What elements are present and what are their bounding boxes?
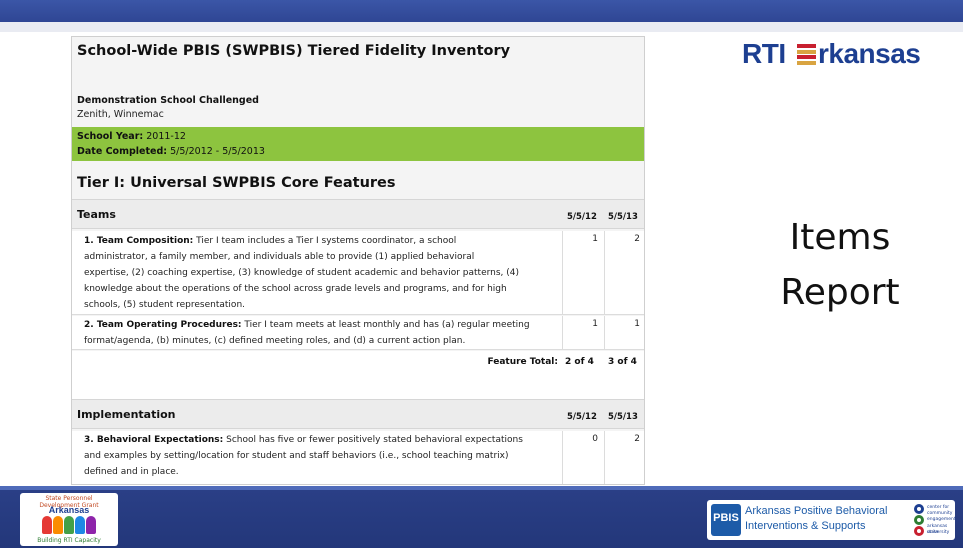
date-column-1: 5/5/12 xyxy=(567,412,597,422)
brand-arkansas: rkansas xyxy=(818,38,921,69)
section-header-implementation: Implementation 5/5/12 5/5/13 xyxy=(72,399,644,429)
item-text: 2. Team Operating Procedures: Tier I tea… xyxy=(84,317,558,349)
date-column-1: 5/5/12 xyxy=(567,212,597,222)
logo-name: Arkansas xyxy=(48,505,90,515)
item-line: Tier I team includes a Tier I systems co… xyxy=(193,236,457,246)
item-team-operating-procedures: 2. Team Operating Procedures: Tier I tea… xyxy=(72,316,644,350)
score-1: 0 xyxy=(592,434,598,444)
score-1: 1 xyxy=(592,319,598,329)
logo-tagline: Building RTI Capacity xyxy=(37,537,101,544)
spdg-arkansas-logo: State Personnel Development Grant Arkans… xyxy=(20,493,118,546)
flag-stripes-icon xyxy=(797,44,816,65)
item-line: defined and in place. xyxy=(84,467,179,477)
column-divider xyxy=(604,431,605,484)
cce-text: engagement xyxy=(927,517,956,522)
item-line: and examples by setting/location for stu… xyxy=(84,451,509,461)
item-label: 1. Team Composition: xyxy=(84,236,194,246)
item-line: School has five or fewer positively stat… xyxy=(223,435,523,445)
item-text: 1. Team Composition: Tier I team include… xyxy=(84,233,558,313)
section-title: Teams xyxy=(77,208,116,221)
item-behavioral-expectations: 3. Behavioral Expectations: School has f… xyxy=(72,431,644,484)
score-2: 2 xyxy=(634,234,640,244)
school-name: Demonstration School Challenged xyxy=(77,95,259,106)
feature-total-row: Feature Total: 2 of 4 3 of 4 xyxy=(72,351,644,399)
item-label: 3. Behavioral Expectations: xyxy=(84,435,224,445)
circle-icon xyxy=(914,504,924,514)
circle-icon xyxy=(914,526,924,536)
people-icon xyxy=(42,516,96,536)
column-divider xyxy=(604,316,605,349)
item-team-composition: 1. Team Composition: Tier I team include… xyxy=(72,231,644,315)
column-divider xyxy=(562,231,563,314)
date-completed-row: Date Completed: 5/5/2012 - 5/5/2013 xyxy=(77,146,265,157)
date-column-2: 5/5/13 xyxy=(608,212,638,222)
item-text: 3. Behavioral Expectations: School has f… xyxy=(84,432,558,480)
item-line: knowledge about the operations of the sc… xyxy=(84,284,507,294)
score-2: 2 xyxy=(634,434,640,444)
school-year-label: School Year: xyxy=(77,131,144,142)
pbis-mark-text: PBIS xyxy=(713,512,739,524)
section-title: Implementation xyxy=(77,408,176,421)
headline-line-2: Report xyxy=(780,272,900,313)
headline-line-1: Items xyxy=(789,217,891,258)
fidelity-report: School-Wide PBIS (SWPBIS) Tiered Fidelit… xyxy=(71,36,645,485)
top-banner-divider xyxy=(0,22,963,32)
cce-text: university xyxy=(927,530,950,535)
date-completed-label: Date Completed: xyxy=(77,146,168,157)
top-banner xyxy=(0,0,963,22)
item-line: Tier I team meets at least monthly and h… xyxy=(241,320,530,330)
feature-total-1: 2 of 4 xyxy=(565,357,594,367)
circle-icon xyxy=(914,515,924,525)
pbis-line-1: Arkansas Positive Behavioral xyxy=(745,505,888,517)
school-info-band: School Year: 2011-12 Date Completed: 5/5… xyxy=(72,127,644,161)
brand-rti: RTI xyxy=(742,38,786,69)
cce-text: center for xyxy=(927,505,950,510)
tier-title: Tier I: Universal SWPBIS Core Features xyxy=(77,175,396,191)
feature-total-label: Feature Total: xyxy=(487,357,558,367)
item-line: expertise, (2) coaching expertise, (3) k… xyxy=(84,268,520,278)
column-divider xyxy=(562,431,563,484)
pbis-mark-icon: PBIS xyxy=(711,504,741,536)
date-column-2: 5/5/13 xyxy=(608,412,638,422)
school-year-value: 2011-12 xyxy=(146,131,186,142)
rti-arkansas-logo: RTI rkansas xyxy=(742,38,955,72)
column-divider xyxy=(604,231,605,314)
community-engagement-logo: center for community engagement arkansas… xyxy=(914,502,956,538)
feature-total-2: 3 of 4 xyxy=(608,357,637,367)
item-line: schools, (5) student representation. xyxy=(84,300,246,310)
slide-headline: Items Report xyxy=(740,210,940,320)
school-location: Zenith, Winnemac xyxy=(77,109,164,120)
arkansas-pbis-logo: PBIS Arkansas Positive Behavioral Interv… xyxy=(707,500,956,540)
score-2: 1 xyxy=(634,319,640,329)
section-header-teams: Teams 5/5/12 5/5/13 xyxy=(72,199,644,229)
item-line: format/agenda, (b) minutes, (c) defined … xyxy=(84,336,466,346)
report-title: School-Wide PBIS (SWPBIS) Tiered Fidelit… xyxy=(77,43,511,59)
score-1: 1 xyxy=(592,234,598,244)
item-line: administrator, a family member, and indi… xyxy=(84,252,475,262)
cce-text: community xyxy=(927,511,953,516)
date-completed-value: 5/5/2012 - 5/5/2013 xyxy=(170,146,265,157)
column-divider xyxy=(562,316,563,349)
item-label: 2. Team Operating Procedures: xyxy=(84,320,242,330)
school-year-row: School Year: 2011-12 xyxy=(77,131,186,142)
pbis-line-2: Interventions & Supports xyxy=(745,520,866,532)
